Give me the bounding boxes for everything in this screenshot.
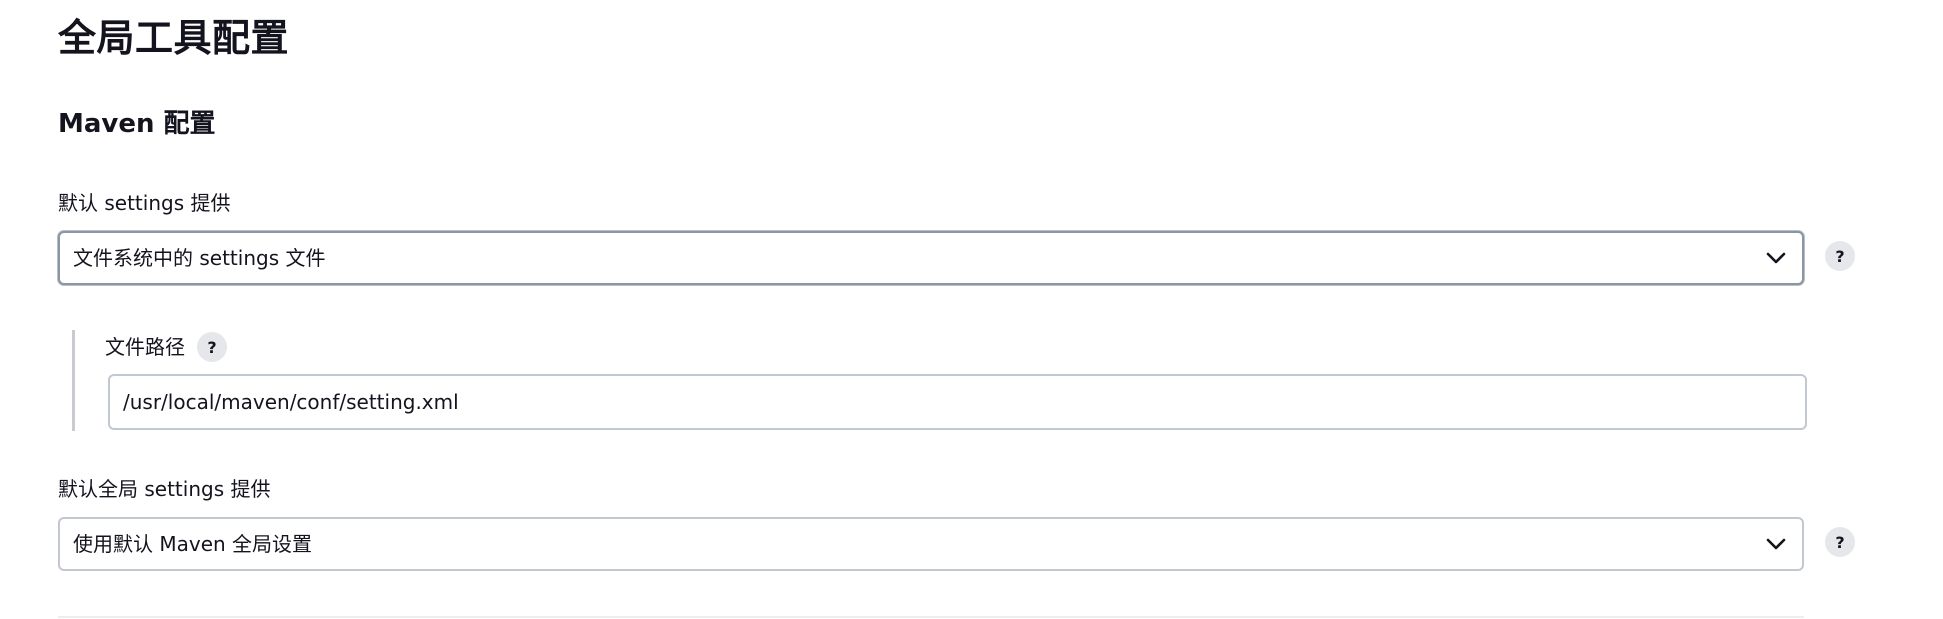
global-settings-provider-select[interactable]: 使用默认 Maven 全局设置 bbox=[58, 517, 1804, 571]
page-title: 全局工具配置 bbox=[58, 16, 290, 60]
settings-provider-label: 默认 settings 提供 bbox=[58, 191, 231, 215]
file-path-label: 文件路径 bbox=[105, 335, 185, 359]
settings-provider-help-icon[interactable]: ? bbox=[1825, 241, 1855, 271]
settings-provider-select[interactable]: 文件系统中的 settings 文件 bbox=[58, 231, 1804, 285]
chevron-down-icon bbox=[1764, 532, 1788, 556]
global-settings-provider-help-icon[interactable]: ? bbox=[1825, 527, 1855, 557]
file-path-nested-block: 文件路径 ? bbox=[72, 330, 1807, 431]
file-path-input[interactable] bbox=[108, 374, 1807, 430]
global-settings-provider-selected-value: 使用默认 Maven 全局设置 bbox=[73, 532, 313, 556]
maven-section-title: Maven 配置 bbox=[58, 109, 216, 139]
settings-provider-selected-value: 文件系统中的 settings 文件 bbox=[73, 246, 326, 270]
chevron-down-icon bbox=[1764, 246, 1788, 270]
section-divider bbox=[58, 616, 1804, 618]
file-path-label-row: 文件路径 ? bbox=[105, 330, 227, 364]
global-settings-provider-label: 默认全局 settings 提供 bbox=[58, 477, 271, 501]
file-path-help-icon[interactable]: ? bbox=[197, 332, 227, 362]
